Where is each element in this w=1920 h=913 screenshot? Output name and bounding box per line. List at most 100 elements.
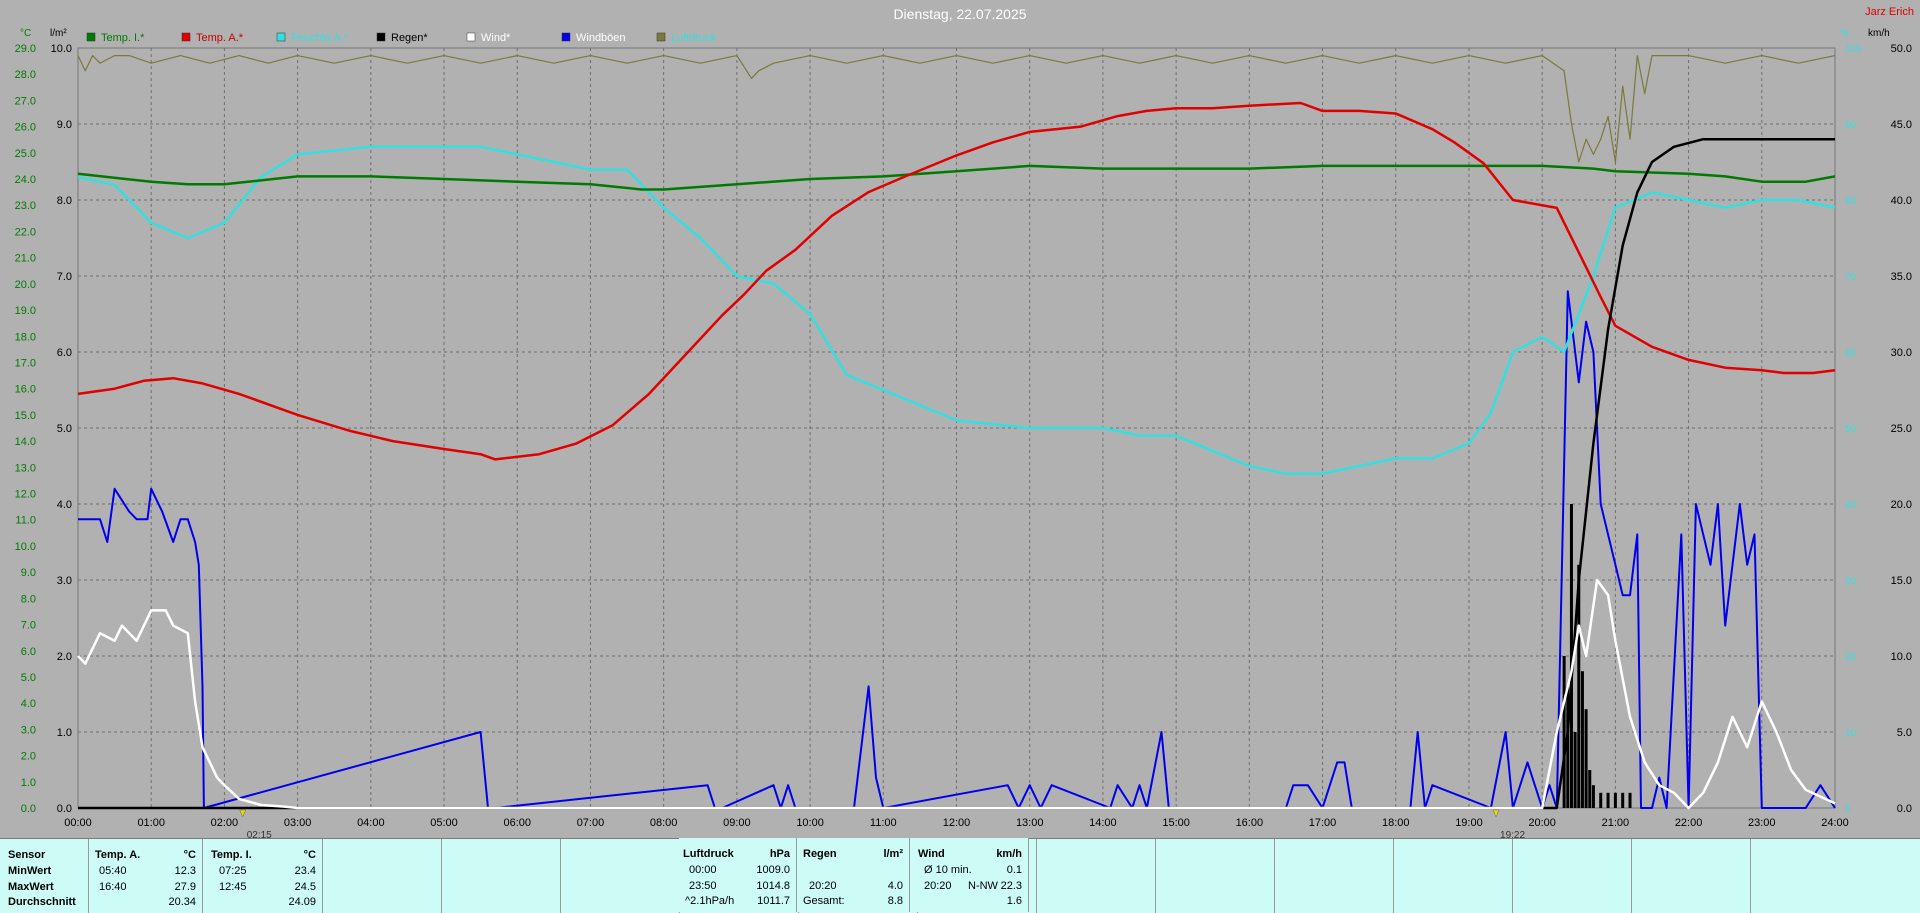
pct-tick-label: 10 (1845, 728, 1857, 739)
temp-tick-label: 27.0 (15, 95, 36, 107)
rain-interval-bar (1573, 732, 1577, 808)
legend-label: Feuchte A.* (291, 32, 349, 44)
temp-tick-label: 26.0 (15, 122, 36, 134)
temp-a-max-value: 27.9 (174, 881, 196, 893)
temp-tick-label: 6.0 (21, 646, 36, 658)
wind-tick-label: 35.0 (1891, 271, 1912, 283)
rain-tick-label: 5.0 (57, 423, 72, 435)
legend-swatch (376, 32, 386, 42)
wind-tick-label: 40.0 (1891, 195, 1912, 207)
legend-label: Windböen (576, 32, 626, 44)
x-tick-label: 00:00 (64, 817, 92, 829)
temp-tick-label: 0.0 (21, 803, 36, 815)
wind-tick-label: 0.0 (1897, 803, 1912, 815)
x-tick-label: 04:00 (357, 817, 385, 829)
temp-i-max-value: 24.5 (294, 881, 316, 893)
temp-tick-label: 5.0 (21, 672, 36, 684)
rain-tick-label: 7.0 (57, 271, 72, 283)
rain-tick-label: 9.0 (57, 119, 72, 131)
temp-a-min-time: 05:40 (99, 865, 127, 877)
x-tick-label: 09:00 (723, 817, 751, 829)
legend-swatch (181, 32, 191, 42)
stats-empty-6 (918, 839, 1037, 913)
stats-empty-2 (442, 839, 561, 913)
temp-tick-label: 9.0 (21, 567, 36, 579)
temp-tick-label: 10.0 (15, 541, 36, 553)
pct-tick-label: 100 (1845, 44, 1862, 55)
temp-a-header: Temp. A. (95, 849, 141, 861)
temp-tick-label: 20.0 (15, 279, 36, 291)
time-marker-label: 19:22 (1500, 830, 1525, 838)
pct-tick-label: 90 (1845, 120, 1857, 131)
rain-interval-bar (1588, 770, 1592, 808)
rain-tick-label: 3.0 (57, 575, 72, 587)
temp-tick-label: 21.0 (15, 253, 36, 265)
temp-tick-label: 19.0 (15, 305, 36, 317)
temp-a-min-value: 12.3 (174, 865, 196, 877)
rain-tick-label: 10.0 (51, 43, 72, 55)
pct-tick-label: 70 (1845, 272, 1857, 283)
rain-interval-bar (1621, 792, 1625, 808)
temp-tick-label: 22.0 (15, 226, 36, 238)
weather-chart: Dienstag, 22.07.2025 Jarz Erich °C l/m² … (0, 0, 1920, 838)
rain-interval-bar (1613, 792, 1617, 808)
stats-sensor-col: Sensor MinWert MaxWert Durchschnitt (0, 839, 89, 913)
x-tick-label: 16:00 (1236, 817, 1264, 829)
temp-tick-label: 14.0 (15, 436, 36, 448)
unit-temp: °C (20, 28, 31, 39)
x-tick-label: 02:00 (211, 817, 239, 829)
rain-tick-label: 4.0 (57, 499, 72, 511)
x-tick-label: 01:00 (137, 817, 165, 829)
pct-tick-label: 0 (1845, 804, 1851, 815)
stats-empty-4 (680, 839, 799, 913)
stats-empty-11 (1513, 839, 1632, 913)
x-tick-label: 03:00 (284, 817, 312, 829)
temp-tick-label: 7.0 (21, 620, 36, 632)
x-tick-label: 22:00 (1675, 817, 1703, 829)
rain-interval-bar (1628, 792, 1632, 808)
temp-tick-label: 8.0 (21, 593, 36, 605)
x-tick-label: 18:00 (1382, 817, 1410, 829)
stats-empty-13 (1751, 839, 1919, 913)
wind-tick-label: 20.0 (1891, 499, 1912, 511)
pct-tick-label: 80 (1845, 196, 1857, 207)
wind-tick-label: 45.0 (1891, 119, 1912, 131)
x-tick-label: 13:00 (1016, 817, 1044, 829)
unit-percent: % (1840, 28, 1849, 39)
stats-avg-label: Durchschnitt (8, 896, 76, 908)
temp-tick-label: 18.0 (15, 331, 36, 343)
pct-tick-label: 50 (1845, 424, 1857, 435)
pct-tick-label: 30 (1845, 576, 1857, 587)
x-tick-label: 14:00 (1089, 817, 1117, 829)
temp-tick-label: 24.0 (15, 174, 36, 186)
rain-interval-bar (1606, 792, 1610, 808)
stats-sensor-header: Sensor (8, 849, 46, 861)
x-tick-label: 23:00 (1748, 817, 1776, 829)
legend-label: Wind* (481, 32, 511, 44)
wind-tick-label: 15.0 (1891, 575, 1912, 587)
temp-tick-label: 23.0 (15, 200, 36, 212)
wind-tick-label: 30.0 (1891, 347, 1912, 359)
x-tick-label: 21:00 (1602, 817, 1630, 829)
x-tick-label: 17:00 (1309, 817, 1337, 829)
x-tick-label: 20:00 (1528, 817, 1556, 829)
legend-label: Regen* (391, 32, 428, 44)
wind-tick-label: 5.0 (1897, 727, 1912, 739)
pct-tick-label: 60 (1845, 348, 1857, 359)
stats-empty-9 (1275, 839, 1394, 913)
temp-tick-label: 13.0 (15, 462, 36, 474)
stats-empty-7 (1037, 839, 1156, 913)
legend-label: Temp. I.* (101, 32, 145, 44)
temp-i-min-time: 07:25 (219, 865, 247, 877)
temp-tick-label: 17.0 (15, 357, 36, 369)
legend-swatch (656, 32, 666, 42)
rain-tick-label: 8.0 (57, 195, 72, 207)
x-tick-label: 15:00 (1162, 817, 1190, 829)
x-tick-label: 24:00 (1821, 817, 1849, 829)
rain-interval-bar (1591, 785, 1595, 808)
temp-tick-label: 25.0 (15, 148, 36, 160)
temp-a-unit: °C (183, 849, 196, 861)
stats-empty-5 (799, 839, 918, 913)
temp-i-avg-value: 24.09 (288, 896, 316, 908)
chart-title: Dienstag, 22.07.2025 (893, 6, 1026, 22)
